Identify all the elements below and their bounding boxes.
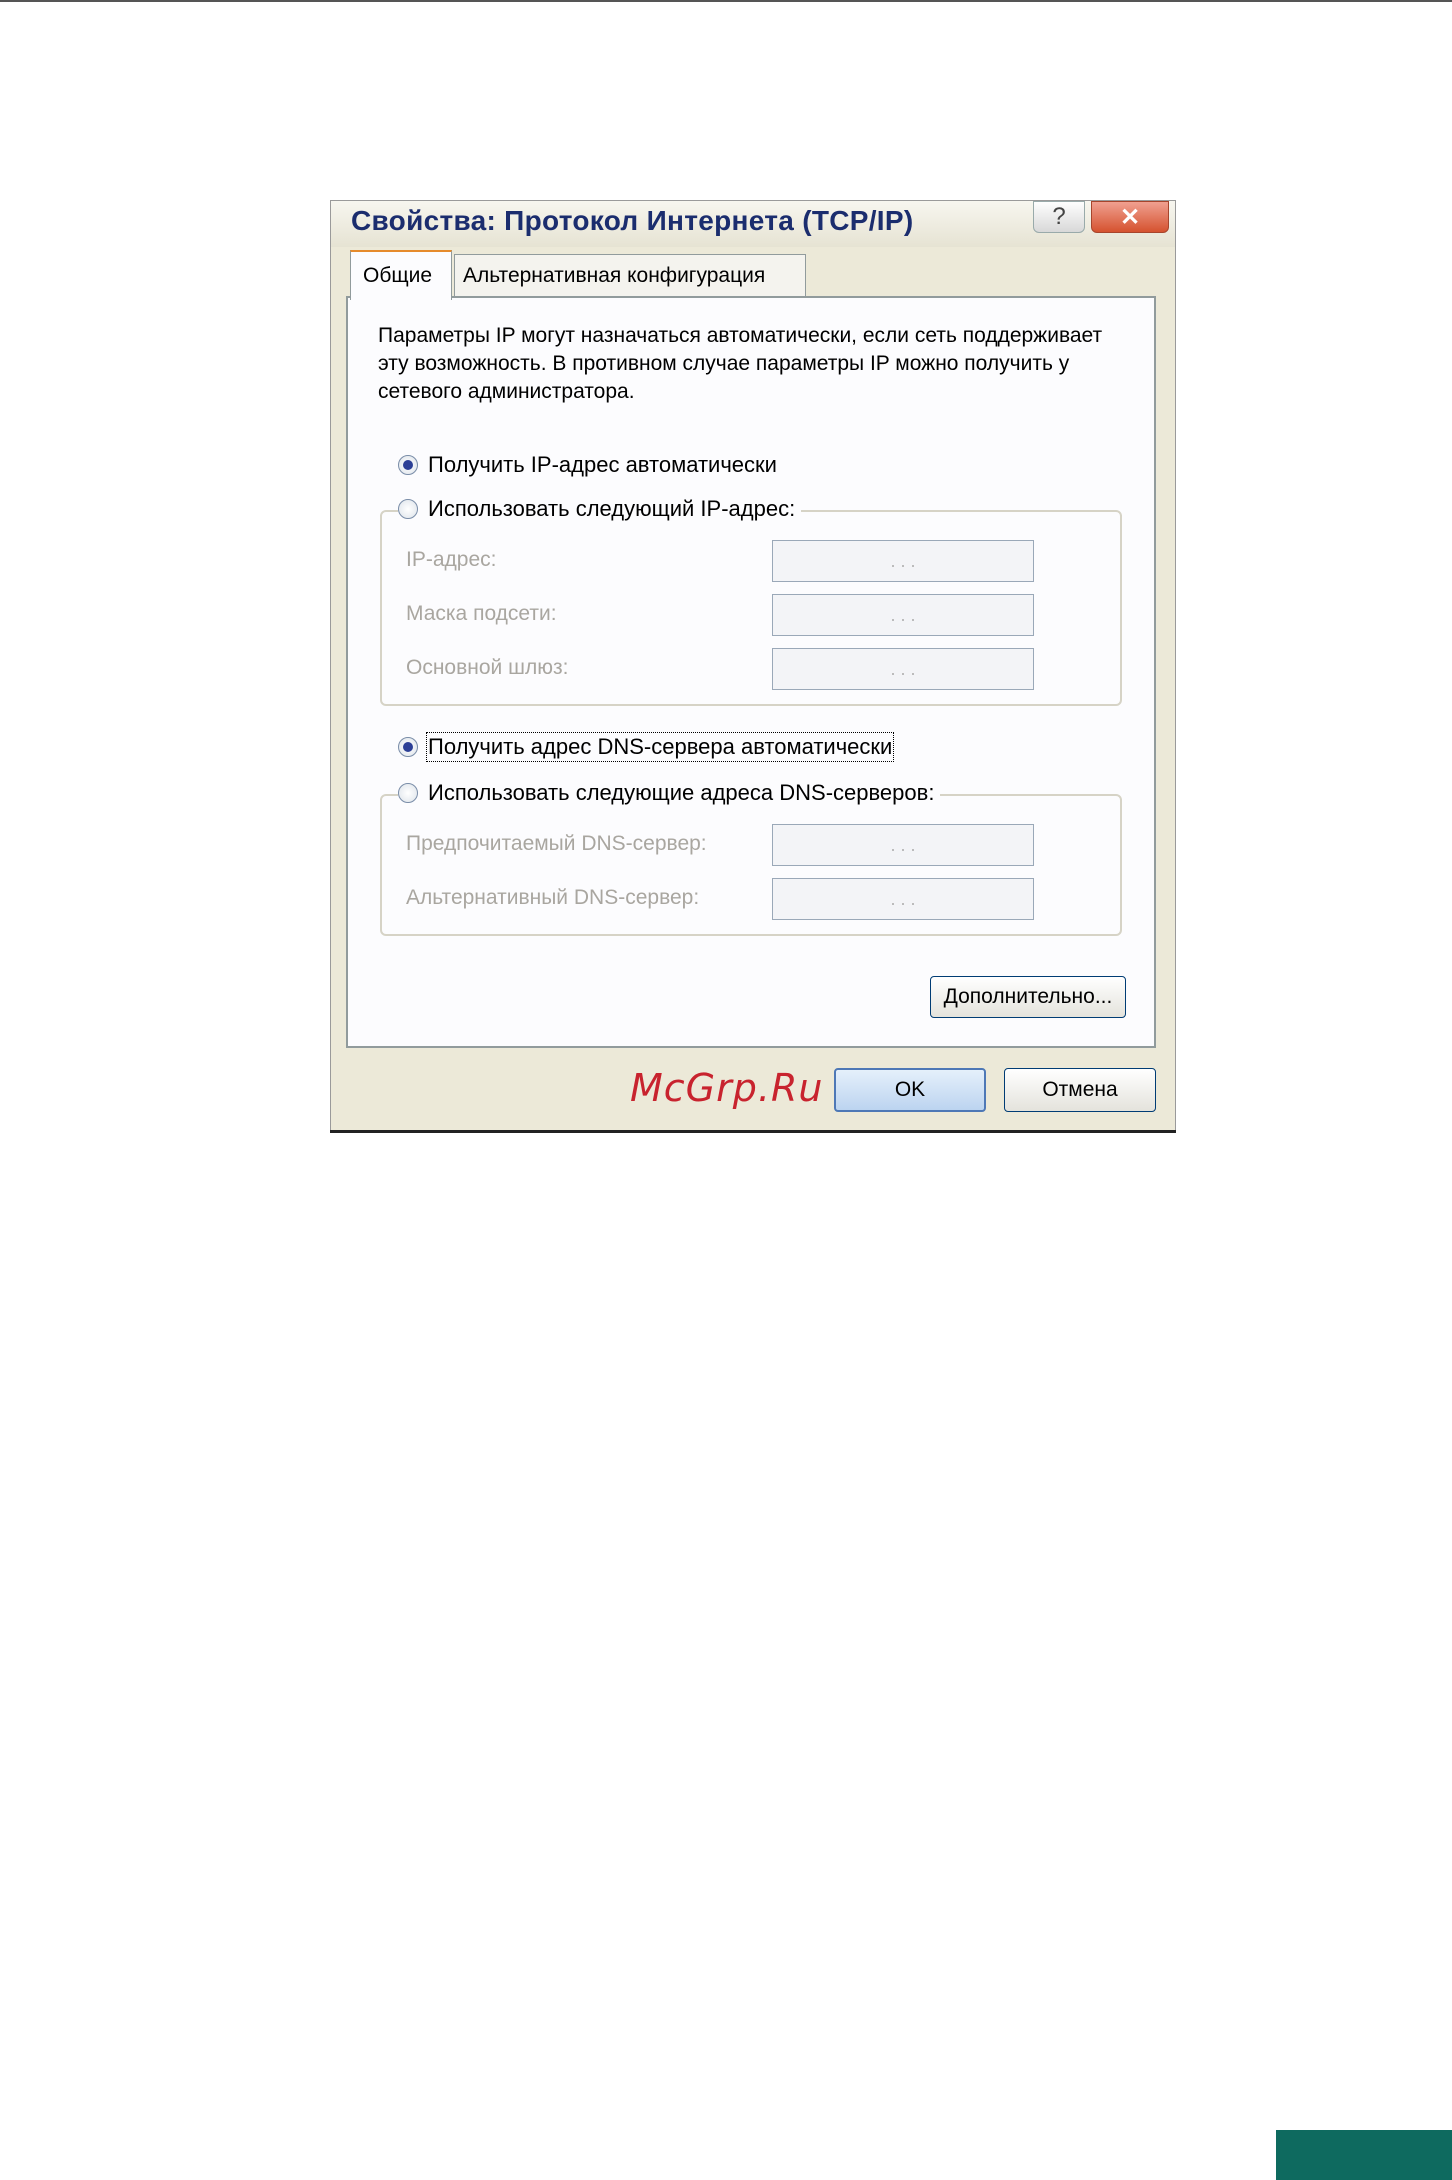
close-icon: ✕ bbox=[1119, 203, 1141, 231]
tab-alternate-config[interactable]: Альтернативная конфигурация bbox=[454, 254, 806, 298]
dns-manual-radio[interactable]: Использовать следующие адреса DNS-сервер… bbox=[398, 780, 941, 806]
help-icon: ? bbox=[1052, 203, 1066, 230]
ip-manual-radio[interactable]: Использовать следующий IP-адрес: bbox=[398, 496, 802, 522]
ip-auto-label: Получить IP-адрес автоматически bbox=[428, 452, 777, 477]
radio-selected-dot bbox=[403, 460, 413, 470]
advanced-button-label: Дополнительно... bbox=[943, 985, 1113, 1008]
radio-circle[interactable] bbox=[398, 783, 418, 803]
preferred-dns-input[interactable]: . . . bbox=[772, 824, 1034, 866]
ip-dots: . . . bbox=[890, 604, 916, 625]
preferred-dns-label: Предпочитаемый DNS-сервер: bbox=[406, 832, 707, 855]
page-corner-block bbox=[1276, 2130, 1452, 2180]
tab-alternate-config-label: Альтернативная конфигурация bbox=[463, 264, 766, 287]
dialog-title: Свойства: Протокол Интернета (TCP/IP) bbox=[351, 205, 914, 236]
alternate-dns-input[interactable]: . . . bbox=[772, 878, 1034, 920]
ip-dots: . . . bbox=[890, 834, 916, 855]
ip-auto-radio[interactable]: Получить IP-адрес автоматически bbox=[398, 452, 783, 478]
cancel-button-label: Отмена bbox=[1042, 1078, 1118, 1101]
dns-manual-label: Использовать следующие адреса DNS-сервер… bbox=[428, 780, 935, 805]
radio-circle[interactable] bbox=[398, 737, 418, 757]
tab-general[interactable]: Общие bbox=[350, 250, 452, 300]
ip-dots: . . . bbox=[890, 888, 916, 909]
watermark: McGrp.Ru bbox=[630, 1066, 824, 1110]
ip-dots: . . . bbox=[890, 658, 916, 679]
radio-circle[interactable] bbox=[398, 499, 418, 519]
ip-manual-label: Использовать следующий IP-адрес: bbox=[428, 496, 796, 521]
radio-circle[interactable] bbox=[398, 455, 418, 475]
gateway-input[interactable]: . . . bbox=[772, 648, 1034, 690]
radio-selected-dot bbox=[403, 742, 413, 752]
advanced-button[interactable]: Дополнительно... bbox=[930, 976, 1126, 1018]
ip-dots: . . . bbox=[890, 550, 916, 571]
intro-text: Параметры IP могут назначаться автоматич… bbox=[378, 324, 1103, 403]
ip-address-input[interactable]: . . . bbox=[772, 540, 1034, 582]
alternate-dns-label: Альтернативный DNS-сервер: bbox=[406, 886, 700, 909]
help-button[interactable]: ? bbox=[1033, 201, 1085, 233]
subnet-mask-input[interactable]: . . . bbox=[772, 594, 1034, 636]
dialog-bottom-edge bbox=[330, 1130, 1176, 1133]
top-rule bbox=[0, 0, 1452, 2]
dns-auto-radio[interactable]: Получить адрес DNS-сервера автоматически bbox=[398, 732, 899, 762]
ip-address-label: IP-адрес: bbox=[406, 548, 497, 571]
subnet-mask-label: Маска подсети: bbox=[406, 602, 557, 625]
gateway-label: Основной шлюз: bbox=[406, 656, 569, 679]
ok-button[interactable]: OK bbox=[834, 1068, 986, 1112]
title-bar[interactable]: Свойства: Протокол Интернета (TCP/IP) ? … bbox=[331, 201, 1175, 247]
close-button[interactable]: ✕ bbox=[1091, 201, 1169, 233]
ok-button-label: OK bbox=[894, 1078, 926, 1101]
dns-auto-label: Получить адрес DNS-сервера автоматически bbox=[425, 732, 895, 762]
cancel-button[interactable]: Отмена bbox=[1004, 1068, 1156, 1112]
tab-general-label: Общие bbox=[363, 264, 433, 287]
